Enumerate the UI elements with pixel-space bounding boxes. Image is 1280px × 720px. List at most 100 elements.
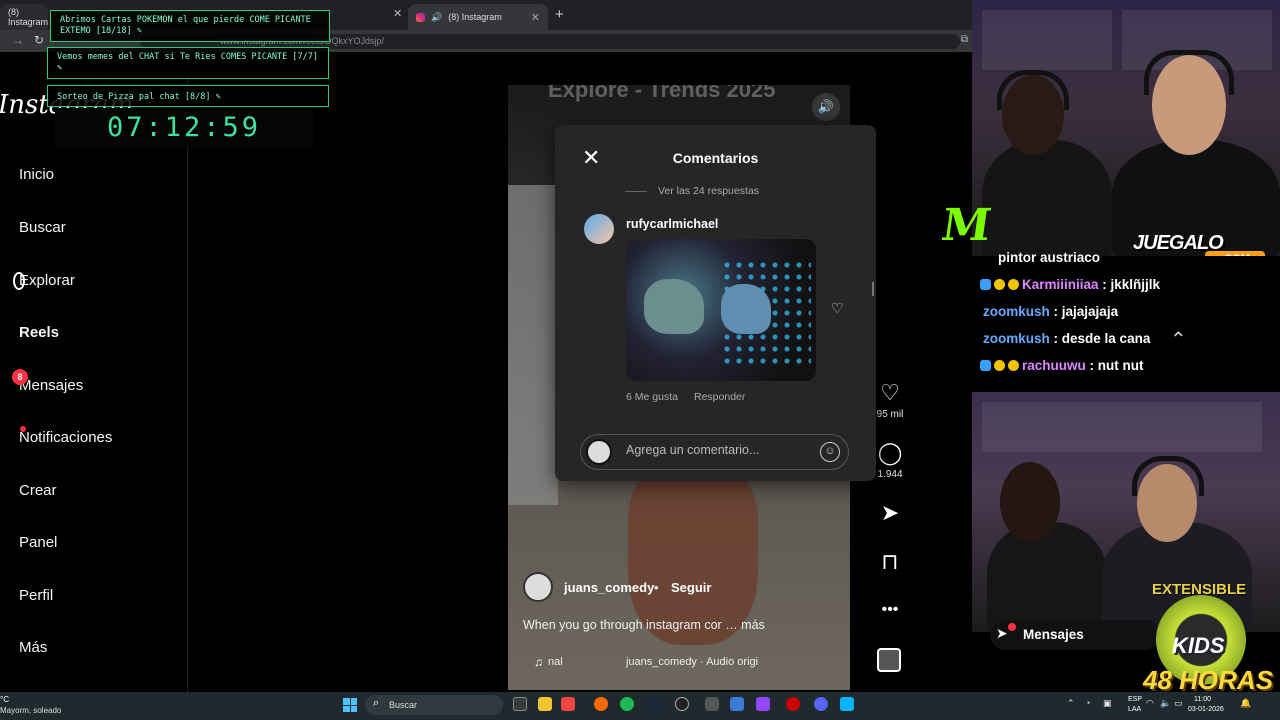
monster-logo: M: [938, 200, 995, 251]
comment-like-icon[interactable]: ♡: [831, 300, 844, 317]
author-avatar[interactable]: [523, 572, 553, 602]
keyboard-layout[interactable]: LAA: [1128, 706, 1141, 713]
store-icon[interactable]: [561, 697, 575, 711]
steam-icon[interactable]: [647, 697, 661, 711]
nav-item-mas[interactable]: Más: [19, 639, 47, 656]
nav-label: Buscar: [19, 219, 66, 236]
chat-message: zoomkush : desde la cana: [983, 331, 1150, 346]
comments-title: Comentarios: [672, 150, 759, 166]
like-count: 95 mil: [870, 409, 910, 420]
save-button[interactable]: ⊓: [876, 550, 904, 574]
commenter-username[interactable]: rufycarlmichael: [626, 217, 718, 231]
wifi-icon[interactable]: ◠: [1146, 698, 1154, 709]
instagram-favicon-icon: [416, 12, 425, 22]
discord-icon[interactable]: [814, 697, 828, 711]
stream-timer: 07:12:59: [55, 108, 313, 148]
emoji-icon[interactable]: ☺: [820, 442, 840, 462]
comment-gif[interactable]: [626, 239, 816, 381]
music-name[interactable]: nal: [548, 656, 563, 668]
nav-item-panel[interactable]: Panel: [19, 534, 57, 551]
weather-temp[interactable]: °C: [0, 695, 9, 704]
notification-dot: [20, 426, 26, 432]
nav-item-crear[interactable]: Crear: [19, 482, 57, 499]
file-explorer-icon[interactable]: [538, 697, 552, 711]
notification-dot: [1008, 623, 1016, 631]
share-button[interactable]: ➤: [876, 501, 904, 525]
comment-likes[interactable]: 6 Me gusta: [626, 391, 678, 403]
video-background: [508, 185, 558, 505]
headset-icon: [1132, 456, 1204, 496]
reload-icon[interactable]: ↻: [34, 33, 44, 47]
chat-text: pintor austriaco: [998, 250, 1101, 265]
commenter-avatar[interactable]: [584, 214, 614, 244]
obs-icon[interactable]: [675, 697, 689, 711]
clock-time[interactable]: 11:00: [1194, 696, 1211, 703]
browser-tab[interactable]: (8) Instagram: [0, 4, 48, 30]
battery-icon[interactable]: ▭: [1174, 698, 1183, 709]
app-icon[interactable]: [705, 697, 719, 711]
close-tab-icon[interactable]: ✕: [393, 7, 402, 20]
nav-label: Inicio: [19, 166, 55, 183]
browser-tab-active[interactable]: 🔊 (8) Instagram ✕: [408, 4, 548, 30]
gift-badge-icon: [1008, 360, 1019, 371]
chat-text: : jajajajaja: [1053, 304, 1119, 319]
shelf: [982, 10, 1112, 70]
app-icon[interactable]: [840, 697, 854, 711]
firefox-icon[interactable]: [594, 697, 608, 711]
close-tab-icon[interactable]: ✕: [531, 11, 540, 24]
twitch-icon[interactable]: [756, 697, 770, 711]
like-button[interactable]: ♡: [876, 381, 904, 405]
stream-goal-1: Abrimos Cartas POKEMON el que pierde COM…: [50, 10, 330, 42]
windows-start-icon[interactable]: [343, 698, 357, 712]
reel-caption[interactable]: When you go through instagram cor … más: [523, 618, 765, 632]
nav-item-reels[interactable]: Reels: [19, 324, 59, 341]
extensions-icon[interactable]: ⧉: [961, 34, 968, 45]
view-replies-link[interactable]: Ver las 24 respuestas: [658, 185, 759, 197]
nav-item-buscar[interactable]: Buscar: [19, 219, 66, 236]
opera-icon[interactable]: [786, 697, 800, 711]
clock-date[interactable]: 03-01-2026: [1188, 706, 1224, 713]
messages-label[interactable]: Mensajes: [1023, 627, 1084, 642]
notes-icon[interactable]: [730, 697, 744, 711]
comment-count-label: 1.944: [877, 469, 903, 480]
own-avatar: [586, 439, 612, 465]
audio-thumbnail[interactable]: [877, 648, 901, 672]
weather-desc[interactable]: Mayorm. soleado: [0, 706, 61, 715]
nav-item-perfil[interactable]: Perfil: [19, 587, 53, 604]
taskbar-search[interactable]: [365, 695, 503, 715]
language-code[interactable]: ESP: [1128, 696, 1142, 703]
chevron-up-icon[interactable]: ⌃: [1067, 698, 1075, 709]
event-top-label: EXTENSIBLE: [1152, 581, 1247, 598]
plus-icon[interactable]: +: [555, 6, 564, 23]
spotify-icon[interactable]: [620, 697, 634, 711]
more-options-button[interactable]: •••: [876, 598, 904, 622]
app-tray-icon[interactable]: ▣: [1103, 698, 1112, 709]
headset-icon: [997, 70, 1069, 110]
chat-text: : jkklñjjlk: [1102, 277, 1161, 292]
volume-icon[interactable]: 🔈: [1160, 698, 1171, 709]
bits-badge-icon: [994, 279, 1005, 290]
volume-icon[interactable]: 🔊: [812, 93, 840, 121]
nav-item-inicio[interactable]: Inicio: [19, 166, 54, 183]
scrollbar[interactable]: [872, 282, 874, 296]
nav-item-notificaciones[interactable]: Notificaciones: [19, 426, 112, 446]
reel-author[interactable]: juans_comedy: [564, 580, 654, 595]
chat-message: rachuuwu : nut nut: [980, 358, 1144, 373]
nav-item-explorar[interactable]: Explorar: [13, 272, 75, 290]
comment-input[interactable]: [626, 443, 806, 457]
network-icon[interactable]: ◔: [1085, 698, 1090, 708]
nav-label: Panel: [19, 534, 58, 551]
replies-line: [625, 191, 647, 192]
nav-item-mensajes[interactable]: 8 Mensajes: [12, 369, 83, 394]
chevron-up-icon[interactable]: ⌃: [1170, 327, 1187, 352]
comment-button[interactable]: ◯: [876, 441, 904, 465]
guest-woman-head: [1000, 462, 1060, 542]
bell-icon[interactable]: 🔔: [1240, 698, 1251, 709]
reply-link[interactable]: Responder: [694, 391, 745, 403]
forward-arrow-icon[interactable]: →: [12, 33, 24, 47]
follow-button[interactable]: Seguir: [671, 580, 711, 595]
chat-username: zoomkush: [983, 304, 1050, 319]
audio-label[interactable]: juans_comedy · Audio origi: [626, 656, 758, 668]
nav-label: Crear: [19, 482, 57, 499]
task-view-icon[interactable]: [513, 697, 527, 711]
